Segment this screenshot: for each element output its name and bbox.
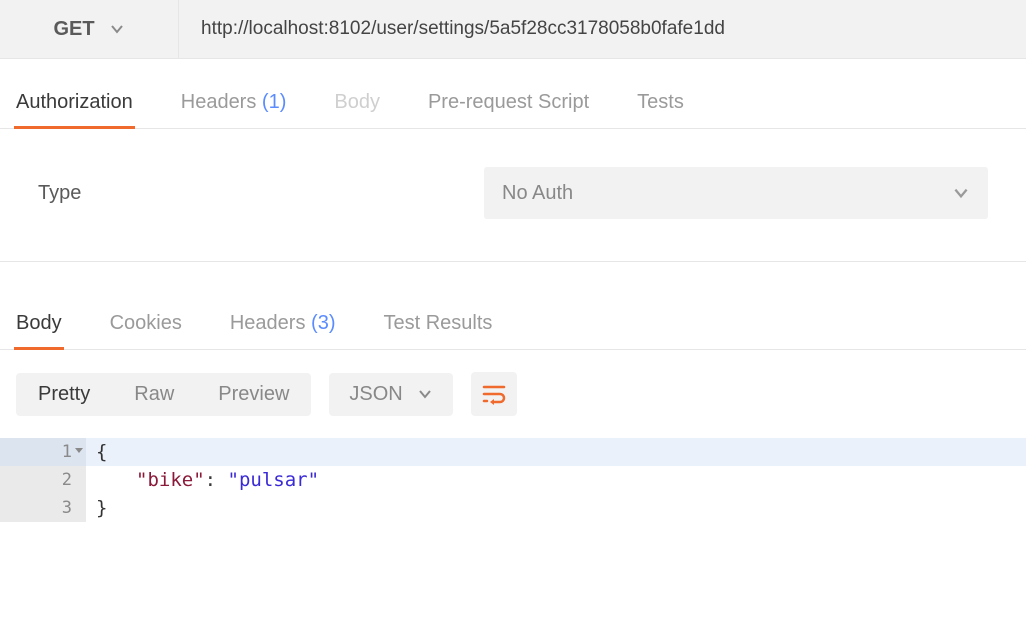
fold-icon[interactable] [74, 446, 84, 456]
line-number: 2 [0, 466, 86, 494]
tab-cookies[interactable]: Cookies [110, 312, 182, 349]
tab-response-headers[interactable]: Headers (3) [230, 312, 336, 349]
chevron-down-icon [417, 386, 433, 402]
request-url-input[interactable] [179, 0, 1026, 58]
json-key: "bike" [136, 469, 205, 491]
tab-test-results-label: Test Results [383, 312, 492, 334]
auth-type-select[interactable]: No Auth [484, 167, 988, 219]
toggle-wrap-button[interactable] [471, 372, 517, 416]
auth-type-label: Type [38, 182, 484, 205]
line-number: 3 [0, 494, 86, 522]
editor-line: 1 { [0, 438, 1026, 466]
response-editor[interactable]: 1 { 2 "bike": "pulsar" 3 } [0, 438, 1026, 534]
tab-prerequest-script[interactable]: Pre-request Script [428, 91, 589, 128]
view-mode-segmented: Pretty Raw Preview [16, 373, 311, 416]
tab-tests-label: Tests [637, 91, 684, 113]
http-method-label: GET [53, 18, 94, 41]
tab-request-body-label: Body [334, 91, 380, 113]
view-mode-pretty[interactable]: Pretty [16, 373, 112, 416]
editor-line: 2 "bike": "pulsar" [0, 466, 1026, 494]
json-brace: } [96, 497, 107, 519]
tab-request-headers[interactable]: Headers (1) [181, 91, 287, 128]
tab-response-body-label: Body [16, 312, 62, 334]
tab-response-headers-label: Headers [230, 312, 306, 334]
line-number: 1 [0, 438, 86, 466]
tab-authorization[interactable]: Authorization [16, 91, 133, 128]
tab-request-headers-label: Headers [181, 91, 257, 113]
json-string: "pulsar" [228, 469, 320, 491]
tab-cookies-label: Cookies [110, 312, 182, 334]
response-headers-count: (3) [311, 312, 335, 334]
tab-response-body[interactable]: Body [16, 312, 62, 349]
response-language-label: JSON [349, 383, 402, 406]
chevron-down-icon [109, 21, 125, 37]
request-headers-count: (1) [262, 91, 286, 113]
json-brace: { [96, 441, 107, 463]
tab-tests[interactable]: Tests [637, 91, 684, 128]
tab-prerequest-label: Pre-request Script [428, 91, 589, 113]
response-language-select[interactable]: JSON [329, 373, 452, 416]
tab-test-results[interactable]: Test Results [383, 312, 492, 349]
tab-request-body[interactable]: Body [334, 91, 380, 128]
http-method-select[interactable]: GET [0, 0, 179, 58]
wrap-lines-icon [482, 383, 506, 405]
view-mode-raw[interactable]: Raw [112, 373, 196, 416]
auth-type-selected: No Auth [502, 182, 573, 205]
view-mode-preview[interactable]: Preview [196, 373, 311, 416]
tab-authorization-label: Authorization [16, 91, 133, 113]
chevron-down-icon [952, 184, 970, 202]
editor-line: 3 } [0, 494, 1026, 522]
json-sep: : [205, 469, 228, 491]
